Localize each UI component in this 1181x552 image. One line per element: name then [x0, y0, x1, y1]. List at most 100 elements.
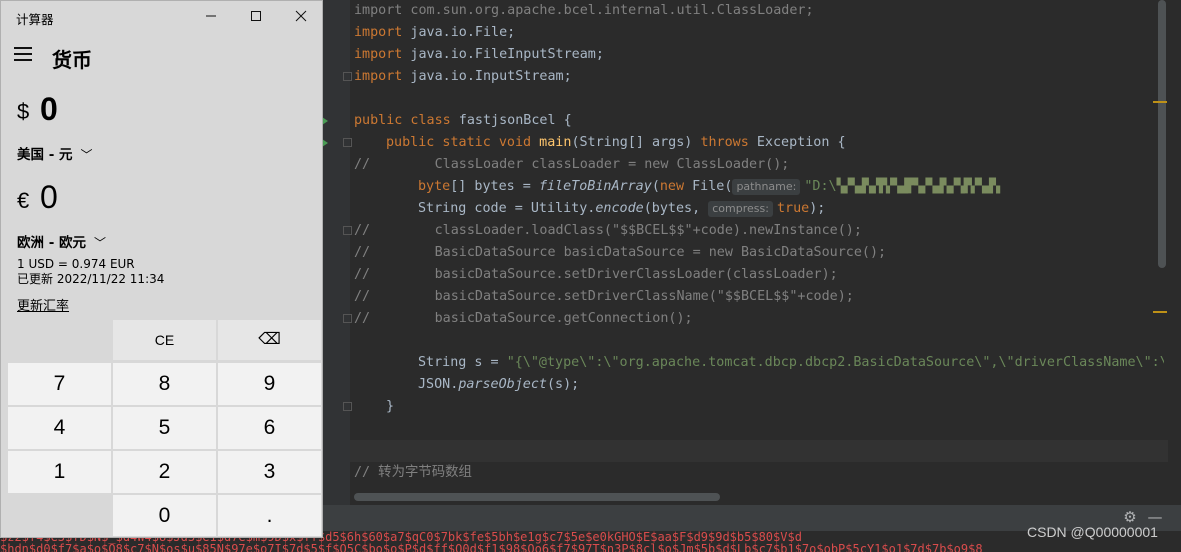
code-text: JSON. [418, 377, 459, 392]
code-line: // basicDataSource.setDriverClassLoader(… [354, 264, 838, 286]
code-comment: // basicDataSource.getConnection(); [354, 311, 693, 326]
code-line: import com.sun.org.apache.bcel.internal.… [354, 0, 814, 22]
redacted-path: ▚▞▚▟▚▞▛▞▚▟▛▚▞▚▟▚▞▚▛▞▚▟▚ [836, 179, 1000, 194]
code-line: String s = "{\"@type\":\"org.apache.tomc… [418, 352, 1164, 374]
code-text: String s = [418, 355, 507, 370]
code-comment: // 转为字节码数组 [354, 465, 472, 480]
chevron-down-icon: ﹀ [94, 236, 107, 250]
backspace-button[interactable]: ⌫ [218, 320, 321, 360]
digit-1-button[interactable]: 1 [8, 451, 111, 493]
code-text: import com.sun.org.apache.bcel.internal.… [354, 3, 814, 18]
code-text: ); [809, 201, 826, 216]
code-text: String code = Utility. [418, 201, 596, 216]
exchange-rate-info: 1 USD = 0.974 EUR 已更新 2022/11/22 11:34 [17, 257, 164, 287]
maximize-button[interactable] [233, 1, 279, 33]
to-currency-label: 欧洲 - 欧元 [17, 235, 87, 251]
code-text: } [386, 399, 395, 414]
code-comment: // basicDataSource.setDriverClassName("$… [354, 289, 854, 304]
fold-marker[interactable] [343, 402, 352, 411]
to-currency-selector[interactable]: 欧洲 - 欧元 ﹀ [17, 231, 106, 251]
mode-title: 货币 [52, 48, 92, 72]
code-line: JSON.parseObject(s); [418, 374, 579, 396]
fold-marker[interactable] [343, 314, 352, 323]
code-line: // basicDataSource.getConnection(); [354, 308, 693, 330]
code-line: import java.io.File; [354, 22, 515, 44]
code-comment: // basicDataSource.setDriverClassLoader(… [354, 267, 838, 282]
to-currency-symbol: € [17, 188, 30, 213]
code-comment: // BasicDataSource basicDataSource = new… [354, 245, 887, 260]
parameter-hint: pathname: [732, 179, 801, 195]
code-text: fastjsonBcel { [450, 113, 572, 128]
digit-6-button[interactable]: 6 [218, 407, 321, 449]
keyword: public static void [386, 135, 532, 150]
fold-marker[interactable] [343, 138, 352, 147]
keypad-blank [8, 495, 111, 536]
maximize-icon [251, 11, 261, 21]
code-text: java.io.FileInputStream; [402, 47, 604, 62]
code-line: String code = Utility.encode(bytes, comp… [418, 198, 825, 220]
from-currency-selector[interactable]: 美国 - 元 ﹀ [17, 143, 93, 163]
code-line: import java.io.FileInputStream; [354, 44, 604, 66]
code-text: ( [651, 179, 660, 194]
code-line: // ClassLoader classLoader = new ClassLo… [354, 154, 789, 176]
digit-0-button[interactable]: 0 [113, 495, 216, 536]
watermark: CSDN @Q00000001 [1027, 524, 1158, 540]
code-line: import java.io.InputStream; [354, 66, 572, 88]
code-text-area[interactable]: import com.sun.org.apache.bcel.internal.… [354, 0, 1164, 505]
digit-7-button[interactable]: 7 [8, 363, 111, 405]
keyword: true [776, 201, 810, 216]
code-comment: // classLoader.loadClass("$$BCEL$$"+code… [354, 223, 862, 238]
digit-9-button[interactable]: 9 [218, 363, 321, 405]
keyword: import [354, 47, 403, 62]
code-line: // classLoader.loadClass("$$BCEL$$"+code… [354, 220, 862, 242]
digit-4-button[interactable]: 4 [8, 407, 111, 449]
decimal-point-button[interactable]: . [218, 495, 321, 536]
fold-marker[interactable] [343, 72, 352, 81]
code-line: // basicDataSource.setDriverClassName("$… [354, 286, 854, 308]
warning-marker[interactable] [1153, 311, 1167, 313]
close-button[interactable] [278, 1, 324, 33]
digit-8-button[interactable]: 8 [113, 363, 216, 405]
last-updated: 已更新 2022/11/22 11:34 [17, 272, 165, 286]
code-line: } [386, 396, 394, 418]
keyword: import [354, 25, 403, 40]
close-icon [295, 10, 307, 22]
from-currency-symbol: $ [17, 99, 30, 124]
keyword: public class [354, 113, 451, 128]
vertical-scrollbar[interactable] [1158, 0, 1166, 268]
code-text: (String[] args) [571, 135, 701, 150]
code-text: (s); [547, 377, 580, 392]
code-line: public static void main(String[] args) t… [386, 132, 846, 154]
digit-3-button[interactable]: 3 [218, 451, 321, 493]
update-rates-link[interactable]: 更新汇率 [17, 295, 69, 314]
chevron-down-icon: ﹀ [80, 148, 93, 162]
code-line: // 转为字节码数组 [354, 462, 472, 484]
digit-5-button[interactable]: 5 [113, 407, 216, 449]
horizontal-scrollbar[interactable] [354, 493, 720, 501]
hamburger-menu-icon[interactable] [14, 47, 34, 63]
from-currency-label: 美国 - 元 [17, 147, 73, 163]
code-line: // BasicDataSource basicDataSource = new… [354, 242, 886, 264]
code-line: public class fastjsonBcel { [354, 110, 572, 132]
minimize-icon [206, 15, 216, 17]
code-line: byte[] bytes = fileToBinArray(new File(p… [418, 176, 1000, 198]
fold-marker[interactable] [343, 226, 352, 235]
ce-button[interactable]: CE [113, 320, 216, 360]
digit-2-button[interactable]: 2 [113, 451, 216, 493]
string-literal: "{\"@type\":\"org.apache.tomcat.dbcp.dbc… [506, 355, 1164, 370]
code-comment: // ClassLoader classLoader = new ClassLo… [354, 157, 790, 172]
title-bar[interactable]: 计算器 [1, 1, 322, 33]
to-amount-display[interactable]: 0 [40, 179, 58, 216]
window-title: 计算器 [16, 12, 54, 27]
minimize-button[interactable] [188, 1, 234, 33]
method-call: encode [595, 201, 644, 216]
keypad-blank [8, 320, 111, 360]
exchange-rate: 1 USD = 0.974 EUR [17, 257, 135, 271]
from-amount-display[interactable]: 0 [40, 91, 58, 128]
method-call: fileToBinArray [538, 179, 652, 194]
warning-marker[interactable] [1153, 101, 1167, 103]
calculator-window[interactable]: 计算器 货币 $ 0 美国 - 元 ﹀ € 0 欧洲 - 欧元 ﹀ 1 USD = … [0, 0, 323, 538]
code-text: [] bytes = [450, 179, 539, 194]
keyword: byte [418, 179, 451, 194]
method-call: parseObject [458, 377, 547, 392]
